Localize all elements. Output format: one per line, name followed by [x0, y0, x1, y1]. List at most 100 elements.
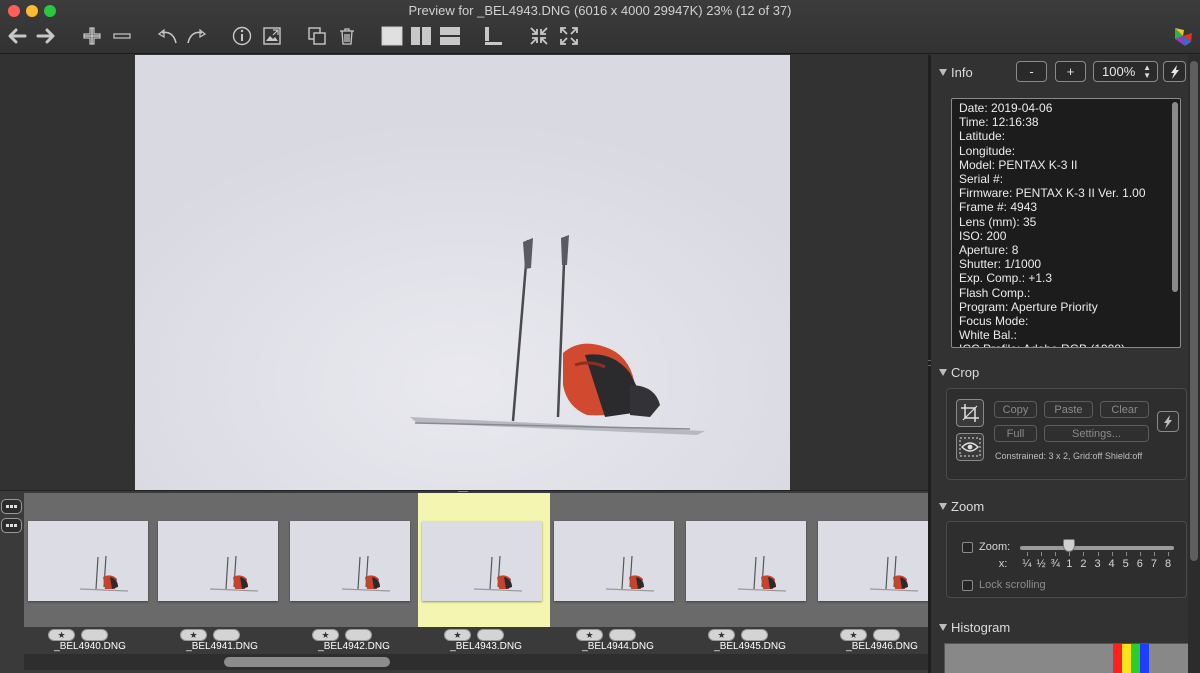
exif-line: White Bal.:: [959, 328, 1018, 343]
thumbnail-image[interactable]: [686, 521, 806, 601]
panel-scrollbar-thumb[interactable]: [1190, 61, 1198, 561]
copy-button[interactable]: [306, 24, 328, 48]
exif-line: Aperture: 8: [959, 243, 1019, 258]
thumbnail-image[interactable]: [158, 521, 278, 601]
exif-line: Focus Mode:: [959, 314, 1029, 329]
thumbnail-cell[interactable]: [154, 493, 286, 627]
info-button[interactable]: [231, 24, 253, 48]
filmstrip-scrollbar-thumb[interactable]: [224, 657, 390, 667]
thumbnail-image[interactable]: [28, 521, 148, 601]
thumbnail-cell[interactable]: [682, 493, 814, 627]
label-tag-button[interactable]: [345, 629, 372, 641]
image-viewer[interactable]: [0, 55, 928, 490]
panel-scrollbar[interactable]: [1188, 55, 1200, 673]
filmstrip-view-small-button[interactable]: [1, 499, 22, 514]
zoom-controls: Zoom: x: Lock scrolling ¼½¾12345678: [946, 521, 1187, 598]
filmstrip: ★ _BEL4940.DNG ★ _BEL4941.DNG ★ _BEL4942.DNG ★…: [0, 490, 938, 673]
single-view-button[interactable]: [380, 24, 404, 48]
crop-full-button[interactable]: Full: [994, 425, 1037, 442]
crop-action-button[interactable]: [1157, 411, 1179, 432]
zoom-in-button[interactable]: [81, 24, 103, 48]
crop-section-header[interactable]: Crop: [939, 365, 979, 380]
thumbnail-filename: _BEL4943.DNG: [450, 641, 522, 652]
thumbnail-cell[interactable]: [550, 493, 682, 627]
thumbnail-image[interactable]: [554, 521, 674, 601]
preview-image[interactable]: [135, 55, 790, 490]
zoom-checkbox[interactable]: [962, 542, 973, 553]
filmstrip-view-large-button[interactable]: [1, 518, 22, 533]
thumbnail-cell[interactable]: [24, 493, 156, 627]
info-section-header[interactable]: Info: [939, 65, 973, 80]
open-image-button[interactable]: [261, 24, 283, 48]
rating-star-button[interactable]: ★: [444, 629, 471, 641]
zoom-section-header[interactable]: Zoom: [939, 499, 984, 514]
rating-star-button[interactable]: ★: [708, 629, 735, 641]
histogram-bar: [1140, 644, 1149, 673]
filmstrip-scrollbar[interactable]: [24, 654, 928, 670]
crop-tool-button[interactable]: [956, 399, 984, 427]
open-image-icon: [263, 27, 281, 45]
info-icon: [232, 26, 252, 46]
split-horizontal-button[interactable]: [438, 24, 462, 48]
thumbnail-filename: _BEL4941.DNG: [186, 641, 258, 652]
copy-icon: [308, 27, 326, 45]
sidebar-layout-button[interactable]: [481, 24, 505, 48]
full-size-button[interactable]: [558, 24, 580, 48]
info-action-button[interactable]: [1163, 61, 1186, 82]
label-tag-button[interactable]: [213, 629, 240, 641]
rating-star-button[interactable]: ★: [312, 629, 339, 641]
rotate-right-button[interactable]: [185, 24, 209, 48]
lock-scrolling-checkbox[interactable]: [962, 580, 973, 591]
previous-button[interactable]: [6, 24, 28, 48]
exif-line: Latitude:: [959, 129, 1006, 144]
crop-preview-button[interactable]: [956, 433, 984, 461]
zoom-slider-knob[interactable]: [1063, 539, 1076, 552]
label-tag-button[interactable]: [609, 629, 636, 641]
app-window: Preview for _BEL4943.DNG (6016 x 4000 29…: [0, 0, 1200, 673]
thumbnail-cell[interactable]: [814, 493, 946, 627]
label-tag-button[interactable]: [81, 629, 108, 641]
rating-star-button[interactable]: ★: [48, 629, 75, 641]
thumbnail-filename: _BEL4944.DNG: [582, 641, 654, 652]
rotate-right-icon: [187, 28, 207, 44]
zoom-header-label: Zoom: [951, 499, 985, 514]
split-vertical-button[interactable]: [409, 24, 433, 48]
thumbnail-cell[interactable]: [286, 493, 418, 627]
exif-line: Exp. Comp.: +1.3: [959, 271, 1053, 286]
lightning-icon: [1164, 414, 1172, 429]
crop-icon: [961, 404, 979, 422]
label-tag-button[interactable]: [477, 629, 504, 641]
label-tag-button[interactable]: [873, 629, 900, 641]
crop-paste-button[interactable]: Paste: [1044, 401, 1093, 418]
rating-star-button[interactable]: ★: [576, 629, 603, 641]
eye-icon: [959, 437, 981, 457]
zoom-out-button[interactable]: [111, 24, 133, 48]
exif-info-box[interactable]: Date: 2019-04-06 Time: 12:16:38 Latitude: L…: [951, 98, 1181, 348]
fit-to-window-button[interactable]: [528, 24, 550, 48]
crop-controls: Copy Paste Clear Full Settings... Constr…: [946, 388, 1187, 480]
split-vertical-icon: [411, 27, 431, 45]
thumbnail-image[interactable]: [818, 521, 938, 601]
rating-star-button[interactable]: ★: [840, 629, 867, 641]
rating-star-button[interactable]: ★: [180, 629, 207, 641]
zoom-slider[interactable]: [1020, 546, 1174, 550]
histogram-section-header[interactable]: Histogram: [939, 620, 1010, 635]
crop-settings-button[interactable]: Settings...: [1044, 425, 1149, 442]
label-tag-button[interactable]: [741, 629, 768, 641]
exif-scrollbar[interactable]: [1172, 102, 1178, 292]
minus-icon: [113, 33, 131, 39]
info-font-decrease-button[interactable]: -: [1016, 61, 1047, 82]
info-font-increase-button[interactable]: +: [1055, 61, 1086, 82]
delete-button[interactable]: [336, 24, 358, 48]
thumbnail-cell[interactable]: [418, 493, 550, 627]
crop-clear-button[interactable]: Clear: [1100, 401, 1149, 418]
crop-copy-button[interactable]: Copy: [994, 401, 1037, 418]
info-zoom-select[interactable]: 100% ▲ ▼: [1093, 61, 1158, 82]
rotate-left-button[interactable]: [155, 24, 179, 48]
thumbnail-image[interactable]: [422, 521, 542, 601]
next-button[interactable]: [35, 24, 57, 48]
single-view-icon: [381, 26, 403, 46]
trash-icon: [340, 28, 354, 45]
zoom-tick-mark: [1125, 552, 1127, 556]
thumbnail-image[interactable]: [290, 521, 410, 601]
